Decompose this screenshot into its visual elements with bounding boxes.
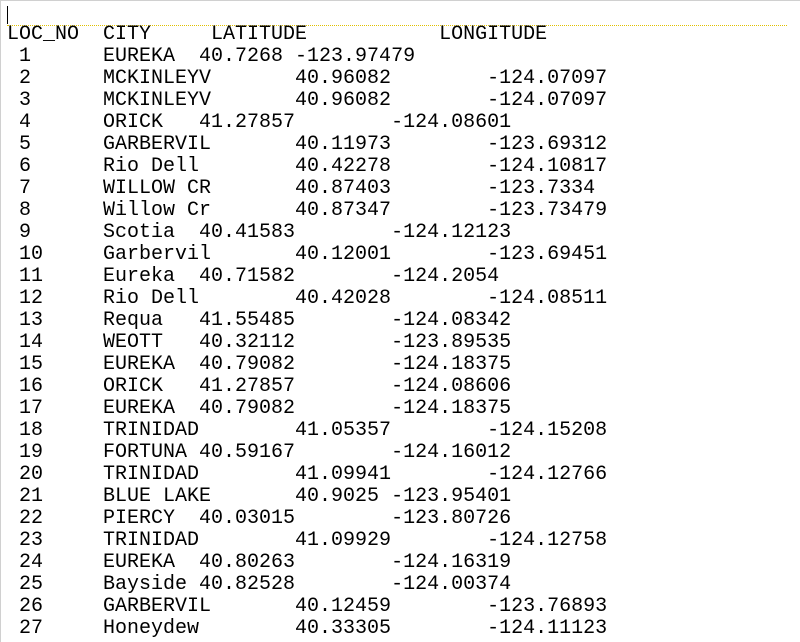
output-window: LOC_NO CITY LATITUDE LONGITUDE 1 EUREKA … (0, 0, 800, 642)
text-cursor (7, 6, 8, 24)
output-text[interactable]: LOC_NO CITY LATITUDE LONGITUDE 1 EUREKA … (7, 24, 607, 640)
